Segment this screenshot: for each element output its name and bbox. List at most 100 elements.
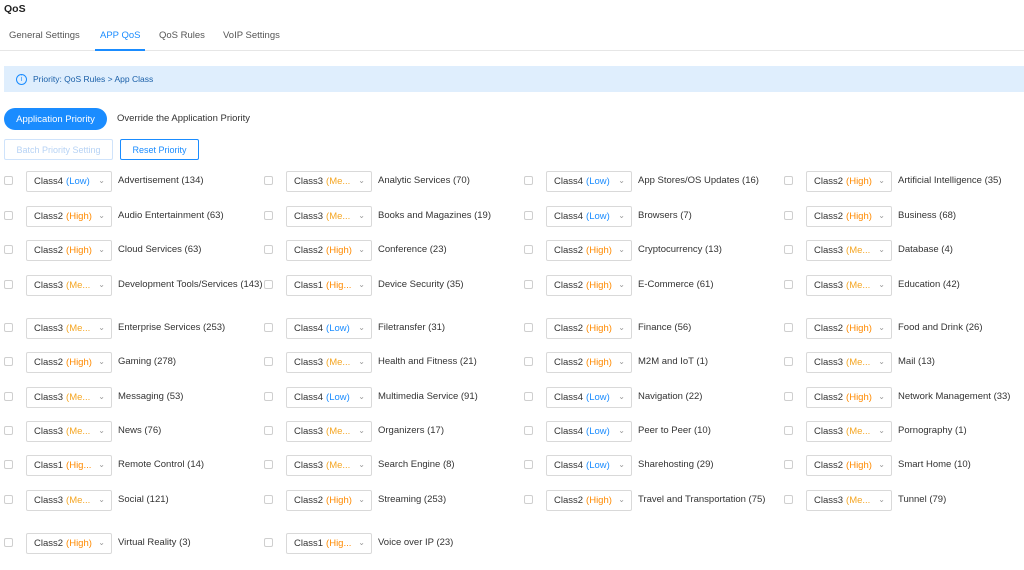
app-checkbox[interactable]: [784, 460, 793, 469]
class-select-value: Class1 (Hig...: [294, 280, 356, 291]
app-checkbox[interactable]: [264, 495, 273, 504]
app-checkbox[interactable]: [784, 357, 793, 366]
app-checkbox[interactable]: [524, 280, 533, 289]
tab-app-qos[interactable]: APP QoS: [100, 30, 141, 41]
class-select[interactable]: Class3 (Me... ⌄: [26, 490, 112, 511]
class-select[interactable]: Class2 (High) ⌄: [546, 318, 632, 339]
class-select[interactable]: Class4 (Low) ⌄: [546, 171, 632, 192]
class-select[interactable]: Class1 (Hig... ⌄: [26, 455, 112, 476]
application-priority-button[interactable]: Application Priority: [4, 108, 107, 130]
app-checkbox[interactable]: [524, 460, 533, 469]
class-select[interactable]: Class4 (Low) ⌄: [286, 318, 372, 339]
app-checkbox[interactable]: [4, 495, 13, 504]
app-checkbox[interactable]: [784, 426, 793, 435]
app-checkbox[interactable]: [264, 280, 273, 289]
class-select[interactable]: Class3 (Me... ⌄: [26, 421, 112, 442]
app-checkbox[interactable]: [4, 280, 13, 289]
class-select[interactable]: Class2 (High) ⌄: [286, 490, 372, 511]
class-select[interactable]: Class4 (Low) ⌄: [546, 206, 632, 227]
class-select[interactable]: Class2 (High) ⌄: [546, 352, 632, 373]
app-checkbox[interactable]: [784, 495, 793, 504]
app-checkbox[interactable]: [264, 392, 273, 401]
class-select[interactable]: Class2 (High) ⌄: [26, 352, 112, 373]
reset-priority-button[interactable]: Reset Priority: [120, 139, 199, 160]
class-select[interactable]: Class3 (Me... ⌄: [286, 206, 372, 227]
class-select[interactable]: Class2 (High) ⌄: [546, 240, 632, 261]
app-checkbox[interactable]: [784, 280, 793, 289]
class-select[interactable]: Class4 (Low) ⌄: [546, 387, 632, 408]
app-checkbox[interactable]: [4, 176, 13, 185]
class-select[interactable]: Class3 (Me... ⌄: [26, 387, 112, 408]
app-checkbox[interactable]: [524, 176, 533, 185]
app-checkbox[interactable]: [524, 392, 533, 401]
class-select[interactable]: Class3 (Me... ⌄: [286, 171, 372, 192]
app-class-label: Virtual Reality (3): [118, 537, 191, 548]
app-checkbox[interactable]: [784, 211, 793, 220]
app-checkbox[interactable]: [524, 357, 533, 366]
chevron-down-icon: ⌄: [98, 280, 105, 289]
app-checkbox[interactable]: [4, 426, 13, 435]
app-checkbox[interactable]: [784, 245, 793, 254]
app-checkbox[interactable]: [264, 357, 273, 366]
batch-priority-setting-button[interactable]: Batch Priority Setting: [4, 139, 113, 160]
tab-general-settings[interactable]: General Settings: [9, 30, 80, 41]
tab-voip-settings[interactable]: VoIP Settings: [223, 30, 280, 41]
app-checkbox[interactable]: [4, 392, 13, 401]
class-select[interactable]: Class2 (High) ⌄: [26, 533, 112, 554]
class-select[interactable]: Class3 (Me... ⌄: [26, 318, 112, 339]
class-select[interactable]: Class2 (High) ⌄: [806, 387, 892, 408]
app-checkbox[interactable]: [4, 460, 13, 469]
class-select[interactable]: Class3 (Me... ⌄: [26, 275, 112, 296]
app-checkbox[interactable]: [264, 245, 273, 254]
app-checkbox[interactable]: [524, 211, 533, 220]
class-select[interactable]: Class2 (High) ⌄: [806, 171, 892, 192]
class-select[interactable]: Class4 (Low) ⌄: [26, 171, 112, 192]
tab-qos-rules[interactable]: QoS Rules: [159, 30, 205, 41]
class-select[interactable]: Class3 (Me... ⌄: [806, 490, 892, 511]
app-checkbox[interactable]: [4, 245, 13, 254]
class-select[interactable]: Class4 (Low) ⌄: [286, 387, 372, 408]
app-checkbox[interactable]: [784, 392, 793, 401]
class-select[interactable]: Class3 (Me... ⌄: [286, 352, 372, 373]
app-checkbox[interactable]: [264, 176, 273, 185]
override-priority-option[interactable]: Override the Application Priority: [117, 113, 250, 124]
app-checkbox[interactable]: [784, 176, 793, 185]
class-select[interactable]: Class1 (Hig... ⌄: [286, 275, 372, 296]
app-checkbox[interactable]: [264, 211, 273, 220]
class-select[interactable]: Class4 (Low) ⌄: [546, 421, 632, 442]
app-checkbox[interactable]: [4, 211, 13, 220]
class-select[interactable]: Class1 (Hig... ⌄: [286, 533, 372, 554]
app-checkbox[interactable]: [784, 323, 793, 332]
class-select[interactable]: Class2 (High) ⌄: [806, 455, 892, 476]
class-select[interactable]: Class3 (Me... ⌄: [806, 421, 892, 442]
priority-label: (Me...: [846, 495, 871, 506]
class-name: Class2: [814, 176, 844, 187]
class-name: Class3: [34, 495, 64, 506]
app-checkbox[interactable]: [524, 245, 533, 254]
app-checkbox[interactable]: [264, 538, 273, 547]
class-select[interactable]: Class3 (Me... ⌄: [806, 240, 892, 261]
class-select[interactable]: Class2 (High) ⌄: [806, 206, 892, 227]
app-checkbox[interactable]: [264, 460, 273, 469]
app-checkbox[interactable]: [4, 357, 13, 366]
class-select[interactable]: Class4 (Low) ⌄: [546, 455, 632, 476]
app-checkbox[interactable]: [524, 495, 533, 504]
class-select[interactable]: Class2 (High) ⌄: [26, 206, 112, 227]
class-select[interactable]: Class3 (Me... ⌄: [286, 455, 372, 476]
app-checkbox[interactable]: [524, 426, 533, 435]
app-checkbox[interactable]: [4, 538, 13, 547]
app-checkbox[interactable]: [264, 426, 273, 435]
class-select-value: Class2 (High): [814, 392, 876, 403]
class-select[interactable]: Class3 (Me... ⌄: [806, 275, 892, 296]
class-select[interactable]: Class2 (High) ⌄: [286, 240, 372, 261]
class-select-value: Class4 (Low): [34, 176, 96, 187]
class-select[interactable]: Class2 (High) ⌄: [546, 275, 632, 296]
app-checkbox[interactable]: [264, 323, 273, 332]
app-checkbox[interactable]: [524, 323, 533, 332]
class-select[interactable]: Class2 (High) ⌄: [546, 490, 632, 511]
class-select[interactable]: Class2 (High) ⌄: [26, 240, 112, 261]
app-checkbox[interactable]: [4, 323, 13, 332]
class-select[interactable]: Class3 (Me... ⌄: [286, 421, 372, 442]
class-select[interactable]: Class2 (High) ⌄: [806, 318, 892, 339]
class-select[interactable]: Class3 (Me... ⌄: [806, 352, 892, 373]
